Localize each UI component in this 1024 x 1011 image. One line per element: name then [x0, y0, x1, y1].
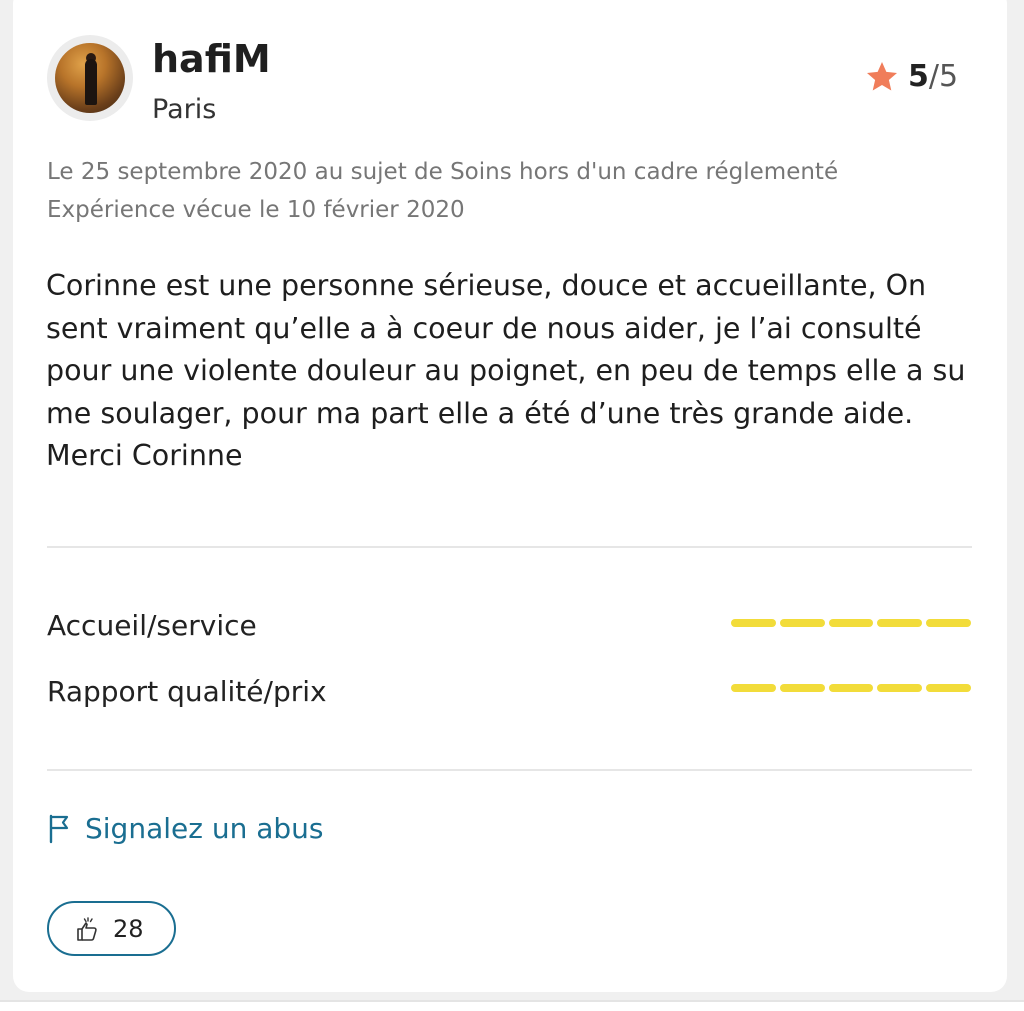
criterion-rating-bar-rapport — [731, 684, 971, 694]
report-abuse-link[interactable]: Signalez un abus — [47, 808, 324, 850]
rating-segment — [779, 684, 825, 692]
rating-score: 5 — [908, 59, 929, 94]
review-date-topic: Le 25 septembre 2020 au sujet de Soins h… — [47, 159, 839, 185]
like-count: 28 — [113, 914, 144, 943]
report-abuse-label: Signalez un abus — [85, 812, 324, 845]
divider — [47, 546, 972, 548]
rating-separator: / — [928, 59, 939, 94]
rating-segment — [877, 619, 923, 627]
rating-segment — [731, 619, 776, 627]
author-city: Paris — [152, 94, 217, 125]
avatar[interactable] — [47, 35, 133, 121]
star-icon — [867, 62, 897, 91]
criterion-label-accueil: Accueil/service — [47, 609, 257, 642]
criterion-rating-bar-accueil — [731, 619, 971, 629]
rating-segment — [926, 684, 971, 692]
flag-icon — [49, 814, 69, 844]
rating-segment — [828, 684, 874, 692]
rating-segment — [828, 619, 874, 627]
rating-segment — [877, 684, 923, 692]
avatar-photo — [55, 43, 125, 113]
rating-segment — [926, 619, 971, 627]
like-button[interactable]: 28 — [47, 901, 176, 956]
author-name[interactable]: hafiM — [152, 33, 271, 85]
thumbs-up-icon — [77, 916, 97, 941]
criterion-label-rapport: Rapport qualité/prix — [47, 675, 327, 708]
review-body: Corinne est une personne sérieuse, douce… — [46, 269, 966, 472]
rating-max: 5 — [938, 59, 959, 94]
experience-date: Expérience vécue le 10 février 2020 — [47, 197, 465, 223]
rating-segment — [779, 619, 825, 627]
next-card-edge — [0, 1000, 1024, 1011]
rating-segment — [731, 684, 776, 692]
divider — [47, 769, 972, 771]
rating: 5/5 — [864, 55, 958, 99]
